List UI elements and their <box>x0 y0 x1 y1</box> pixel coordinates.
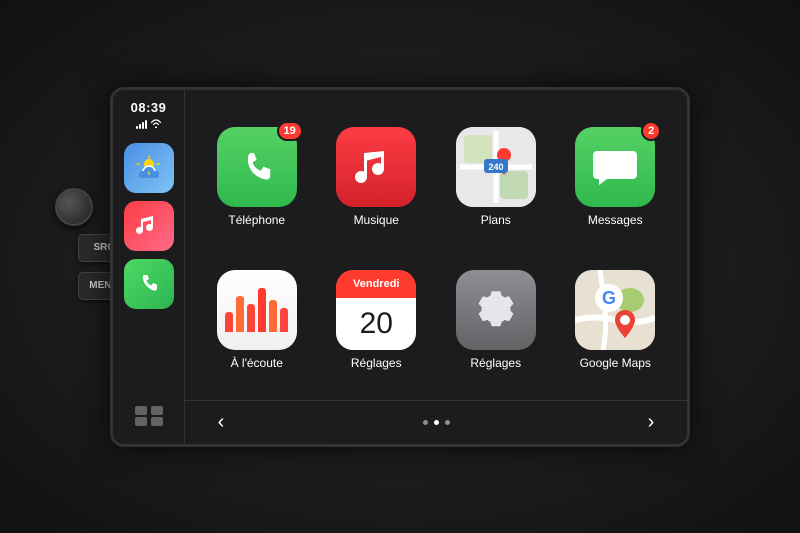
page-dot-3 <box>445 420 450 425</box>
bottom-navigation: ‹ › <box>185 400 687 444</box>
app-label-musique: Musique <box>354 213 399 227</box>
app-label-plans: Plans <box>481 213 511 227</box>
volume-knob[interactable] <box>55 188 93 226</box>
app-label-calendrier: Réglages <box>351 356 402 370</box>
badge-messages: 2 <box>641 121 661 141</box>
app-ecoute[interactable]: À l'écoute <box>197 249 317 392</box>
clock: 08:39 <box>131 100 167 115</box>
svg-text:240: 240 <box>488 162 503 172</box>
app-reglages[interactable]: Réglages <box>436 249 556 392</box>
app-icon-reglages <box>456 270 536 350</box>
sidebar-app-music-small[interactable] <box>124 201 174 251</box>
carplay-screen: 08:39 <box>110 87 690 447</box>
app-label-reglages: Réglages <box>470 356 521 370</box>
app-icon-telephone: 19 <box>217 127 297 207</box>
wifi-icon <box>150 118 162 131</box>
sidebar: 08:39 <box>113 90 185 444</box>
app-icon-musique <box>336 127 416 207</box>
status-icons <box>136 118 162 131</box>
page-dot-2 <box>434 420 439 425</box>
cal-day-number: 20 <box>336 298 416 350</box>
app-messages[interactable]: 2 Messages <box>556 106 676 249</box>
page-dots <box>423 420 450 425</box>
apps-grid: 19 Téléphone Musique <box>185 90 687 400</box>
app-label-telephone: Téléphone <box>228 213 285 227</box>
app-label-ecoute: À l'écoute <box>231 356 283 370</box>
app-icon-ecoute <box>217 270 297 350</box>
app-googlemaps[interactable]: G Google Maps <box>556 249 676 392</box>
app-icon-googlemaps: G <box>575 270 655 350</box>
app-icon-calendrier: Vendredi 20 <box>336 270 416 350</box>
signal-icon <box>136 119 147 129</box>
car-dashboard: SRC MENU 08:39 <box>0 0 800 533</box>
app-plans[interactable]: 240 Plans <box>436 106 556 249</box>
page-dot-1 <box>423 420 428 425</box>
app-icon-messages: 2 <box>575 127 655 207</box>
main-content: 19 Téléphone Musique <box>185 90 687 444</box>
app-label-googlemaps: Google Maps <box>580 356 651 370</box>
sidebar-app-weather[interactable] <box>124 143 174 193</box>
app-musique[interactable]: Musique <box>317 106 437 249</box>
prev-button[interactable]: ‹ <box>205 406 237 438</box>
next-button[interactable]: › <box>635 406 667 438</box>
status-bar: 08:39 <box>131 100 167 131</box>
svg-text:G: G <box>602 288 616 308</box>
app-icon-plans: 240 <box>456 127 536 207</box>
sidebar-home-button[interactable] <box>124 398 174 434</box>
app-label-messages: Messages <box>588 213 643 227</box>
app-telephone[interactable]: 19 Téléphone <box>197 106 317 249</box>
cal-day-name: Vendredi <box>336 270 416 298</box>
sidebar-app-phone-small[interactable] <box>124 259 174 309</box>
app-calendrier[interactable]: Vendredi 20 Réglages <box>317 249 437 392</box>
badge-telephone: 19 <box>277 121 303 141</box>
